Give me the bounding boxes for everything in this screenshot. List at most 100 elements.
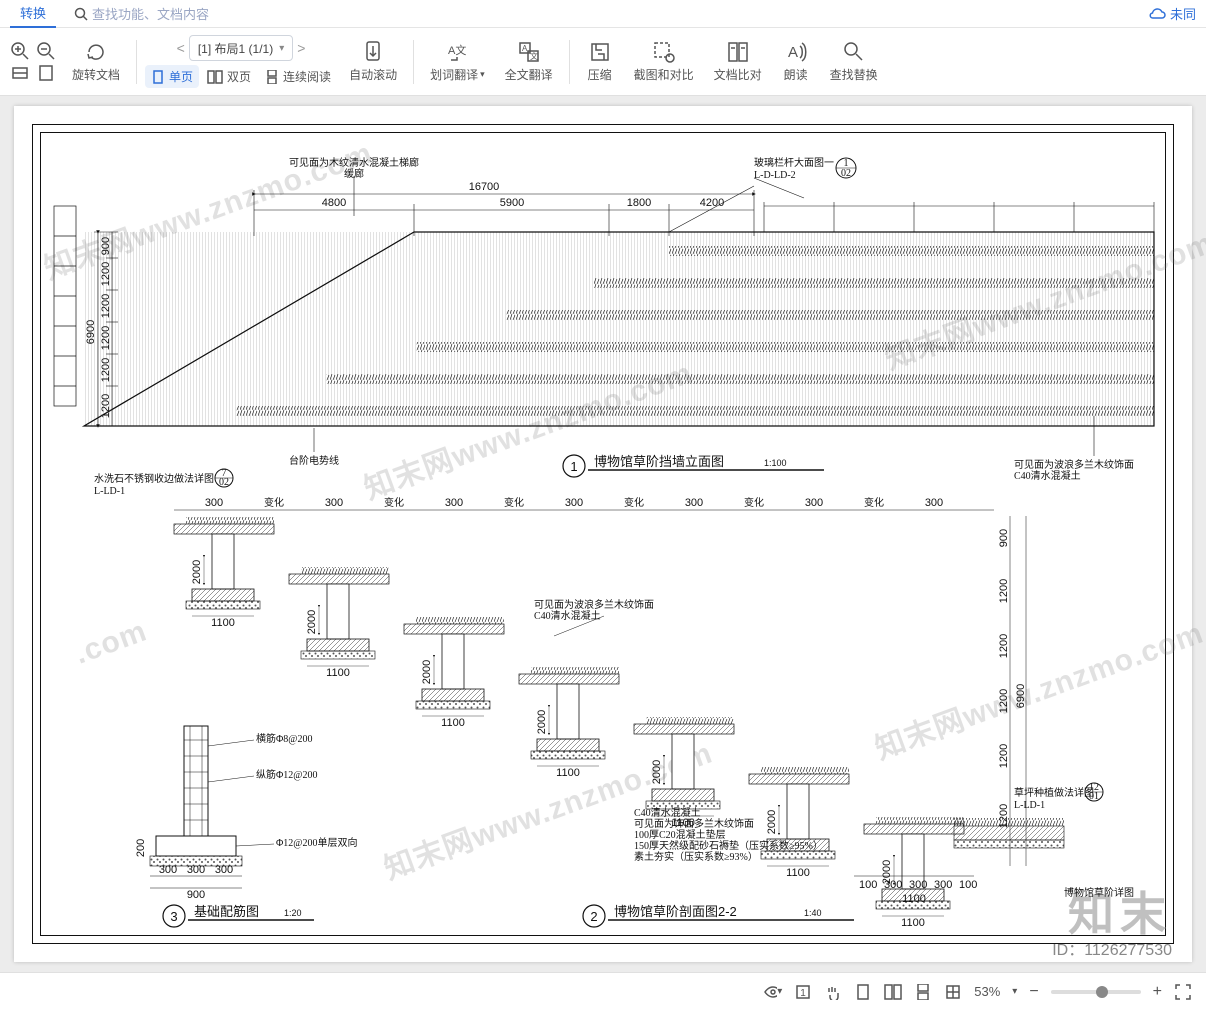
search-placeholder: 查找功能、文档内容 xyxy=(92,4,209,23)
svg-text:300: 300 xyxy=(187,864,205,876)
svg-text:Φ12@200单层双向: Φ12@200单层双向 xyxy=(276,836,358,849)
svg-text:300: 300 xyxy=(205,497,223,509)
svg-text:300: 300 xyxy=(685,497,703,509)
zoom-in-btn[interactable]: + xyxy=(1153,983,1162,1001)
zoom-out-btn[interactable]: − xyxy=(1029,983,1038,1001)
svg-text:博物馆草阶挡墙立面图: 博物馆草阶挡墙立面图 xyxy=(594,454,724,469)
doc-compare-icon xyxy=(726,40,750,64)
svg-text:6900: 6900 xyxy=(1015,684,1027,708)
tab-convert[interactable]: 转换 xyxy=(10,0,56,28)
svg-text:300: 300 xyxy=(159,864,177,876)
svg-text:900: 900 xyxy=(100,237,112,255)
svg-text:4800: 4800 xyxy=(322,197,346,209)
svg-text:变化: 变化 xyxy=(624,496,644,509)
svg-text:1100: 1100 xyxy=(901,917,925,929)
svg-text:300: 300 xyxy=(445,497,463,509)
svg-text:变化: 变化 xyxy=(504,496,524,509)
svg-text:300: 300 xyxy=(565,497,583,509)
menubar: 转换 查找功能、文档内容 未同 xyxy=(0,0,1206,28)
svg-text:L-LD-1: L-LD-1 xyxy=(94,486,125,497)
svg-text:台阶电势线: 台阶电势线 xyxy=(289,454,339,467)
toolbar: 旋转文档 < [1] 布局1 (1/1) ▾ > 单页 双页 连续阅读 xyxy=(0,28,1206,96)
svg-text:变化: 变化 xyxy=(264,496,284,509)
svg-text:02: 02 xyxy=(841,168,851,179)
single-page-icon xyxy=(151,70,165,84)
continuous-button[interactable]: 连续阅读 xyxy=(259,65,337,88)
hand-tool-icon[interactable] xyxy=(824,983,842,1001)
fit-page-icon[interactable] xyxy=(36,63,56,83)
single-page-button[interactable]: 单页 xyxy=(145,65,199,88)
svg-text:300: 300 xyxy=(925,497,943,509)
divider xyxy=(569,40,570,84)
svg-text:1200: 1200 xyxy=(100,326,112,350)
svg-text:16700: 16700 xyxy=(469,181,500,193)
snip-compare-button[interactable]: 截图和对比 xyxy=(626,36,702,87)
next-page-button[interactable]: > xyxy=(297,40,305,56)
svg-text:4200: 4200 xyxy=(700,197,724,209)
svg-text:1100: 1100 xyxy=(211,617,235,629)
svg-text:基础配筋图: 基础配筋图 xyxy=(194,904,259,919)
find-replace-icon xyxy=(842,40,866,64)
svg-text:01: 01 xyxy=(1089,791,1099,802)
fit-icon[interactable] xyxy=(944,983,962,1001)
fullscreen-icon[interactable] xyxy=(1174,983,1192,1001)
fit-width-icon[interactable] xyxy=(10,63,30,83)
svg-text:变化: 变化 xyxy=(384,496,404,509)
cloud-icon xyxy=(1148,7,1166,21)
doc-compare-button[interactable]: 文档比对 xyxy=(706,36,770,87)
svg-text:6900: 6900 xyxy=(85,320,97,344)
svg-text:300: 300 xyxy=(325,497,343,509)
rotate-doc-button[interactable]: 旋转文档 xyxy=(64,36,128,87)
svg-text:1:100: 1:100 xyxy=(764,458,787,468)
dual-page-button[interactable]: 双页 xyxy=(201,65,257,88)
zoom-slider[interactable] xyxy=(1051,990,1141,994)
cloud-sync[interactable]: 未同 xyxy=(1148,4,1196,23)
svg-text:2000: 2000 xyxy=(766,810,778,834)
svg-text:2: 2 xyxy=(590,909,597,924)
prev-page-button[interactable]: < xyxy=(177,40,185,56)
global-search[interactable]: 查找功能、文档内容 xyxy=(74,4,1148,23)
svg-text:A: A xyxy=(522,44,528,53)
continuous-layout-icon[interactable] xyxy=(914,983,932,1001)
svg-text:100: 100 xyxy=(959,879,977,891)
svg-text:水洗石不锈钢收边做法详图: 水洗石不锈钢收边做法详图 xyxy=(94,472,214,485)
eye-icon[interactable]: ▾ xyxy=(764,983,782,1001)
snip-icon xyxy=(652,40,676,64)
compress-button[interactable]: 压缩 xyxy=(578,36,622,87)
svg-text:1100: 1100 xyxy=(902,893,926,905)
svg-text:1100: 1100 xyxy=(326,667,350,679)
dual-layout-icon[interactable] xyxy=(884,983,902,1001)
document-viewport[interactable]: 知末网www.znzmo.com 知末网www.znzmo.com 知末网www… xyxy=(0,96,1206,972)
svg-text:2000: 2000 xyxy=(421,660,433,684)
svg-text:1100: 1100 xyxy=(786,867,810,879)
divider xyxy=(413,40,414,84)
zoom-out-icon[interactable] xyxy=(36,41,56,61)
auto-scroll-button[interactable]: 自动滚动 xyxy=(341,36,405,87)
svg-text:300: 300 xyxy=(934,879,952,891)
page-selector[interactable]: [1] 布局1 (1/1) ▾ xyxy=(189,35,293,61)
divider xyxy=(136,40,137,84)
svg-text:02: 02 xyxy=(219,477,229,488)
svg-text:1200: 1200 xyxy=(100,358,112,382)
find-replace-button[interactable]: 查找替换 xyxy=(822,36,886,87)
svg-text:1200: 1200 xyxy=(998,744,1010,768)
svg-text:1200: 1200 xyxy=(100,262,112,286)
svg-text:1100: 1100 xyxy=(556,767,580,779)
single-layout-icon[interactable] xyxy=(854,983,872,1001)
svg-text:200: 200 xyxy=(135,839,147,857)
full-translate-button[interactable]: A文 全文翻译 xyxy=(497,36,561,87)
zoom-in-icon[interactable] xyxy=(10,41,30,61)
read-aloud-button[interactable]: A 朗读 xyxy=(774,36,818,87)
svg-text:1: 1 xyxy=(570,459,577,474)
cloud-label: 未同 xyxy=(1170,4,1196,23)
svg-text:变化: 变化 xyxy=(864,496,884,509)
page-nav-icon[interactable]: 1 xyxy=(794,983,812,1001)
svg-text:1: 1 xyxy=(800,988,806,999)
hover-translate-button[interactable]: A文 划词翻译▾ xyxy=(422,36,493,87)
dual-page-icon xyxy=(207,70,223,84)
svg-text:可见面为波浪多兰木纹饰面C40清水混凝土: 可见面为波浪多兰木纹饰面C40清水混凝土 xyxy=(534,598,654,622)
svg-text:变化: 变化 xyxy=(744,496,764,509)
svg-text:900: 900 xyxy=(998,529,1010,547)
svg-text:博物馆草阶剖面图2-2: 博物馆草阶剖面图2-2 xyxy=(614,904,737,919)
zoom-value[interactable]: 53% xyxy=(974,984,1000,999)
